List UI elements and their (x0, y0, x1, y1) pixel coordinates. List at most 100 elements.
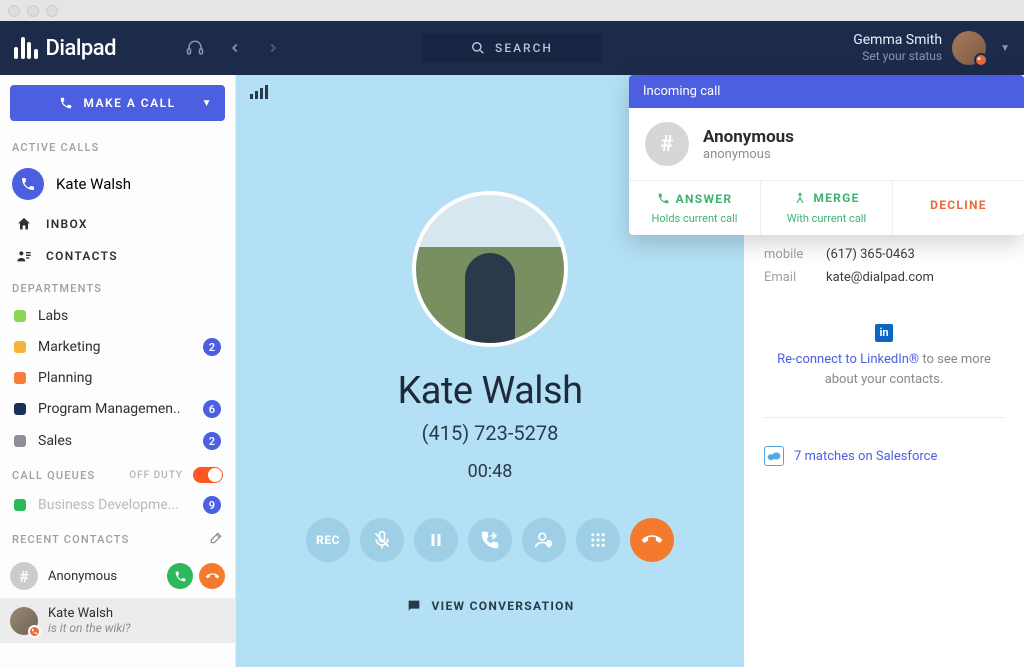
incoming-sub: anonymous (703, 147, 794, 162)
search-icon (471, 41, 485, 55)
color-swatch-icon (14, 341, 26, 353)
presence-dot-icon (974, 53, 988, 67)
color-swatch-icon (14, 435, 26, 447)
phone-icon (12, 168, 44, 200)
color-swatch-icon (14, 403, 26, 415)
traffic-light-minimize[interactable] (27, 5, 39, 17)
active-call-name: Kate Walsh (56, 175, 131, 193)
recent-name: Anonymous (48, 569, 157, 584)
user-menu[interactable]: Gemma Smith Set your status ▼ (853, 31, 1010, 65)
presence-dot-icon (28, 625, 41, 638)
transfer-icon (480, 530, 500, 550)
active-calls-label: ACTIVE CALLS (0, 131, 235, 160)
divider (764, 417, 1004, 418)
answer-button[interactable]: ANSWER Holds current call (629, 181, 761, 235)
merge-sub: With current call (765, 212, 888, 225)
department-label: Planning (38, 370, 221, 386)
decline-label: DECLINE (930, 198, 987, 212)
nav-inbox[interactable]: INBOX (0, 208, 235, 240)
answer-call-button[interactable] (167, 563, 193, 589)
detail-email: kate@dialpad.com (826, 270, 934, 285)
salesforce-icon (764, 446, 784, 466)
badge: 2 (203, 432, 221, 450)
brand-logo[interactable]: Dialpad (14, 36, 116, 61)
queue-label: Business Developme... (38, 497, 191, 513)
answer-sub: Holds current call (633, 212, 756, 225)
callee-avatar (412, 191, 568, 347)
traffic-light-zoom[interactable] (46, 5, 58, 17)
decline-button[interactable]: DECLINE (893, 181, 1024, 235)
mute-button[interactable] (360, 518, 404, 562)
make-call-button[interactable]: MAKE A CALL ▼ (10, 85, 225, 121)
salesforce-text: 7 matches on Salesforce (794, 449, 937, 464)
recent-contact-kate[interactable]: Kate Walsh is it on the wiki? (0, 598, 235, 643)
salesforce-link[interactable]: 7 matches on Salesforce (764, 446, 1004, 466)
queues-label: CALL QUEUES (12, 469, 95, 482)
phone-icon (657, 192, 670, 205)
window-chrome (0, 0, 1024, 21)
incoming-header: Incoming call (629, 75, 1024, 108)
nav-contacts-label: CONTACTS (46, 249, 118, 263)
contacts-icon (16, 248, 32, 264)
topbar: Dialpad SEARCH Gemma Smith Set your stat… (0, 21, 1024, 75)
sidebar-item-department[interactable]: Program Managemen.. 6 (0, 393, 235, 425)
sidebar-item-department[interactable]: Planning (0, 363, 235, 393)
sidebar-item-department[interactable]: Sales 2 (0, 425, 235, 457)
compose-icon[interactable] (209, 531, 223, 548)
add-person-icon (534, 530, 554, 550)
recent-section: RECENT CONTACTS (0, 521, 235, 554)
sidebar: MAKE A CALL ▼ ACTIVE CALLS Kate Walsh IN… (0, 75, 236, 667)
hold-button[interactable] (414, 518, 458, 562)
merge-button[interactable]: MERGE With current call (761, 181, 893, 235)
headset-icon[interactable] (186, 39, 204, 57)
user-avatar (952, 31, 986, 65)
user-name: Gemma Smith (853, 32, 942, 49)
off-duty-toggle[interactable] (193, 467, 223, 483)
home-icon (16, 216, 32, 232)
queues-section: CALL QUEUES OFF DUTY (0, 457, 235, 489)
dialpad-button[interactable] (576, 518, 620, 562)
sidebar-item-department[interactable]: Marketing 2 (0, 331, 235, 363)
decline-call-button[interactable] (199, 563, 225, 589)
call-timer: 00:48 (468, 461, 513, 482)
departments-label: DEPARTMENTS (0, 272, 235, 301)
pause-icon (427, 531, 445, 549)
nav-forward-icon[interactable] (266, 41, 280, 55)
department-label: Program Managemen.. (38, 401, 191, 417)
brand-name: Dialpad (46, 36, 117, 61)
active-call-item[interactable]: Kate Walsh (0, 160, 235, 208)
hangup-button[interactable] (630, 518, 674, 562)
record-button[interactable]: REC (306, 518, 350, 562)
badge: 2 (203, 338, 221, 356)
off-duty-label: OFF DUTY (129, 470, 183, 481)
detail-mobile: (617) 365-0463 (826, 247, 915, 262)
logo-bars-icon (14, 37, 38, 59)
color-swatch-icon (14, 310, 26, 322)
hash-avatar-icon: # (10, 562, 38, 590)
merge-icon (793, 191, 807, 205)
recent-contact-anonymous[interactable]: # Anonymous (0, 554, 235, 598)
search-input[interactable]: SEARCH (422, 33, 602, 63)
recent-name: Kate Walsh (48, 606, 225, 621)
linkedin-reconnect-link[interactable]: Re-connect to LinkedIn® (777, 352, 919, 367)
linkedin-icon: in (875, 324, 893, 342)
color-swatch-icon (14, 372, 26, 384)
nav-back-icon[interactable] (228, 41, 242, 55)
view-conversation-button[interactable]: VIEW CONVERSATION (406, 598, 575, 624)
nav-contacts[interactable]: CONTACTS (0, 240, 235, 272)
transfer-button[interactable] (468, 518, 512, 562)
sidebar-item-department[interactable]: Labs (0, 301, 235, 331)
mic-off-icon (372, 530, 392, 550)
answer-label: ANSWER (676, 192, 733, 206)
avatar (10, 607, 38, 635)
add-person-button[interactable] (522, 518, 566, 562)
detail-label-email: Email (764, 270, 826, 285)
dialpad-icon (589, 531, 607, 549)
badge: 6 (203, 400, 221, 418)
traffic-light-close[interactable] (8, 5, 20, 17)
department-label: Labs (38, 308, 221, 324)
chevron-down-icon: ▼ (1000, 43, 1010, 54)
sidebar-item-queue[interactable]: Business Developme... 9 (0, 489, 235, 521)
make-call-label: MAKE A CALL (83, 96, 175, 110)
callee-phone: (415) 723-5278 (422, 421, 559, 445)
